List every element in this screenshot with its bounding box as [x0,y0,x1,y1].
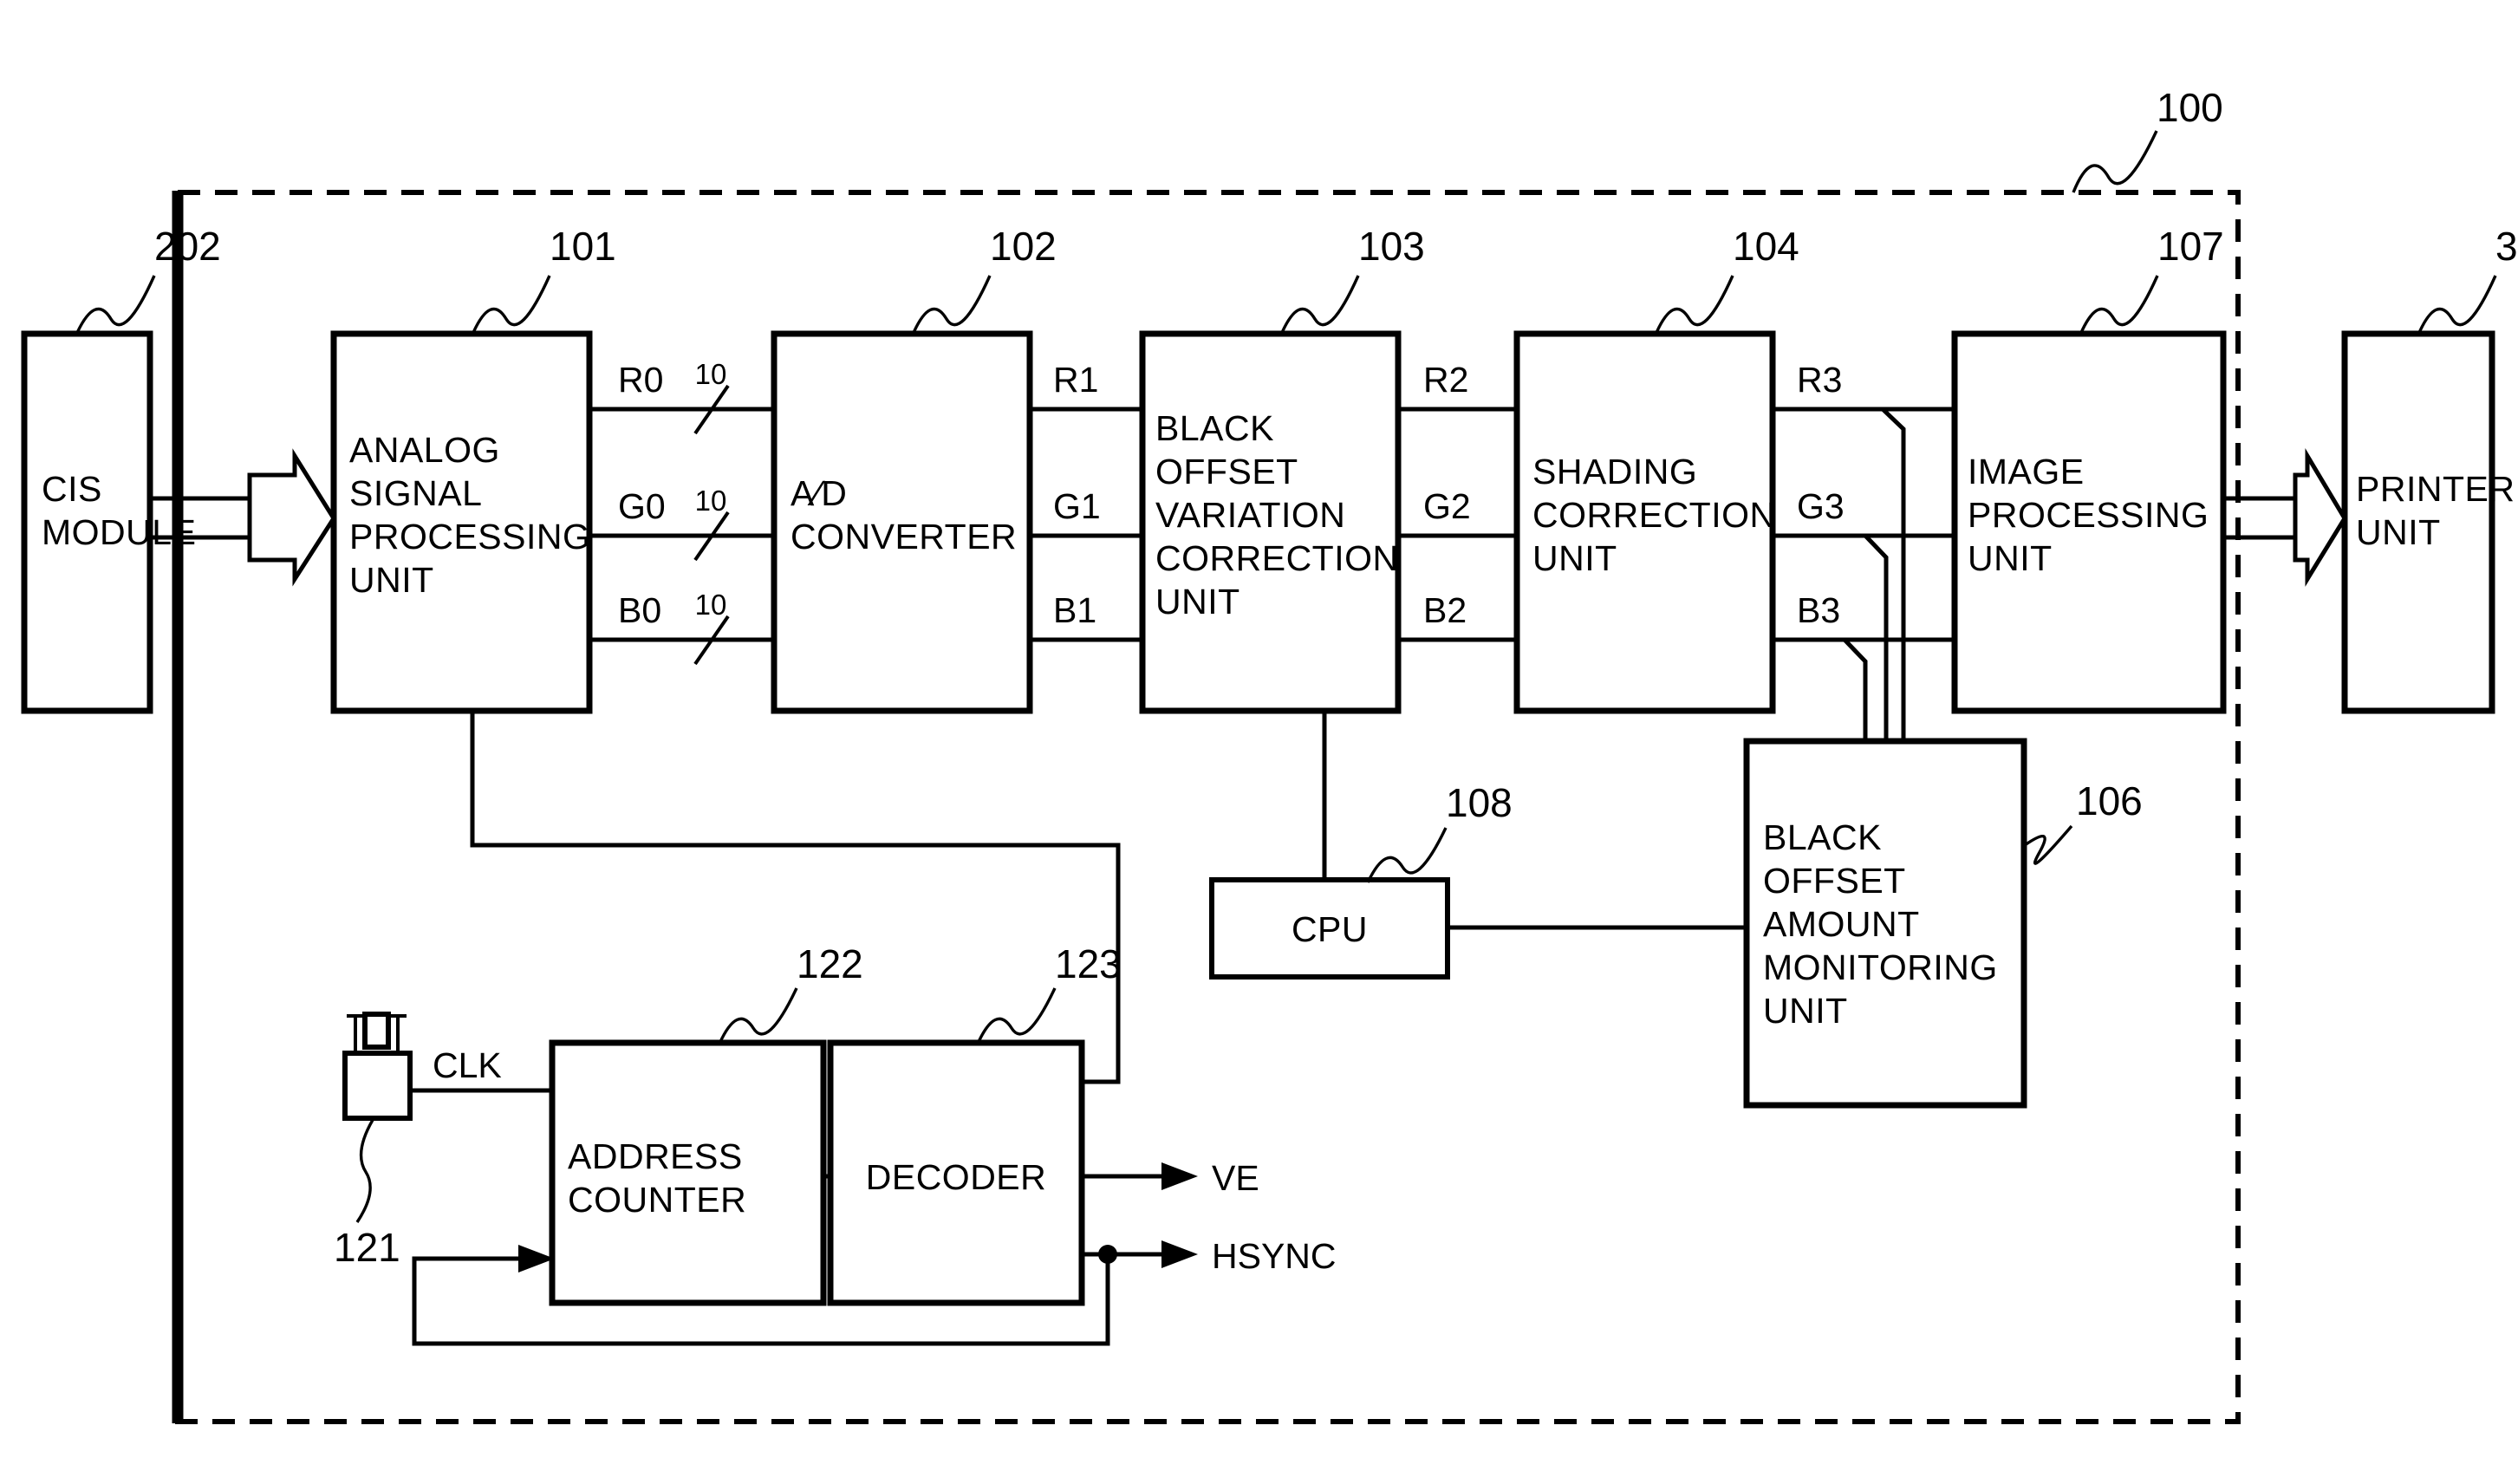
label-monitor-line4: MONITORING [1763,947,1998,987]
ref-leader-122 [718,987,798,1045]
label-analog-line2: SIGNAL [349,473,482,513]
ref-number-107: 107 [2157,224,2224,269]
ref-leader-100 [2072,130,2158,193]
label-addrcounter-line1: ADDRESS [568,1136,743,1176]
label-printer-line2: UNIT [2356,512,2441,552]
signal-label-g2: G2 [1423,486,1471,526]
arrow-ve [1161,1162,1198,1190]
signal-label-b1: B1 [1053,590,1096,630]
ref-number-101: 101 [550,224,616,269]
ref-leader-102 [911,275,992,335]
signal-label-b2: B2 [1423,590,1467,630]
ref-number-103: 103 [1358,224,1425,269]
ref-leader-202 [75,275,156,335]
label-imgproc-line3: UNIT [1968,538,2053,578]
ref-number-106: 106 [2076,778,2143,823]
block-diagram-svg: 202 101 102 103 104 107 300 106 108 122 … [21,85,2518,1424]
ref-leader-104 [1654,275,1734,335]
label-blackoffset-line4: CORRECTION [1155,538,1399,578]
label-cis-module-line2: MODULE [42,512,196,552]
ref-leader-300 [2417,275,2497,335]
label-adc-line2: CONVERTER [791,517,1017,556]
label-adc-line1: A∕D [791,473,847,513]
label-decoder: DECODER [866,1157,1047,1197]
ref-leader-101 [471,275,551,335]
signal-label-g3: G3 [1797,486,1845,526]
tap-b3-to-monitor [1843,638,1868,741]
bitwidth-label-g0: 10 [695,485,727,517]
label-imgproc-line2: PROCESSING [1968,495,2209,535]
signal-label-hsync: HSYNC [1212,1236,1337,1276]
hollow-arrow-imgproc-to-printer [2293,447,2347,587]
signal-label-ve: VE [1212,1158,1259,1198]
label-monitor-line1: BLACK [1763,817,1882,857]
wire-decoder-to-analog-bus [470,711,1121,1084]
signal-label-r3: R3 [1797,360,1842,400]
crystal-icon-plate [362,1012,391,1050]
ref-leader-121 [355,1119,374,1223]
label-shading-line1: SHADING [1532,452,1697,491]
label-monitor-line3: AMOUNT [1763,904,1920,944]
figure-canvas: 202 101 102 103 104 107 300 106 108 122 … [0,0,2518,1484]
label-monitor-line5: UNIT [1763,991,1848,1031]
signal-label-b0: B0 [618,590,661,630]
ref-number-300: 300 [2495,224,2518,269]
label-blackoffset-line2: OFFSET [1155,452,1298,491]
oscillator-body[interactable] [342,1051,413,1121]
ref-number-100: 100 [2157,85,2223,130]
label-shading-line3: UNIT [1532,538,1617,578]
hollow-arrow-cis-to-analog [247,448,336,587]
ref-number-108: 108 [1446,780,1513,825]
label-shading-line2: CORRECTION [1532,495,1776,535]
arrow-hsync [1161,1240,1198,1268]
ref-leader-123 [976,987,1057,1045]
ref-number-123: 123 [1055,941,1122,986]
ref-leader-108 [1366,827,1448,883]
signal-label-r0: R0 [618,360,663,400]
signal-label-g1: G1 [1053,486,1101,526]
label-blackoffset-line5: UNIT [1155,582,1240,622]
ref-number-122: 122 [797,941,863,986]
ref-number-102: 102 [990,224,1057,269]
ref-number-202: 202 [154,224,221,269]
label-imgproc-line1: IMAGE [1968,452,2085,491]
label-blackoffset-line3: VARIATION [1155,495,1345,535]
bitwidth-label-r0: 10 [695,358,727,390]
label-cpu: CPU [1292,909,1368,949]
label-monitor-line2: OFFSET [1763,861,1906,901]
ref-leader-107 [2079,275,2159,335]
label-analog-line3: PROCESSING [349,517,590,556]
ref-leader-106 [2024,824,2073,865]
bitwidth-label-b0: 10 [695,589,727,621]
signal-label-clk: CLK [433,1045,502,1085]
ref-number-104: 104 [1733,224,1799,269]
ref-number-121: 121 [334,1225,400,1270]
ref-leader-103 [1279,275,1360,335]
label-printer-line1: PRINTER [2356,469,2515,509]
signal-label-g0: G0 [618,486,666,526]
label-blackoffset-line1: BLACK [1155,408,1274,448]
label-addrcounter-line2: COUNTER [568,1180,746,1220]
signal-label-r1: R1 [1053,360,1098,400]
label-analog-line4: UNIT [349,560,434,600]
signal-label-r2: R2 [1423,360,1468,400]
label-cis-module-line1: CIS [42,469,102,509]
signal-label-b3: B3 [1797,590,1840,630]
label-analog-line1: ANALOG [349,430,500,470]
